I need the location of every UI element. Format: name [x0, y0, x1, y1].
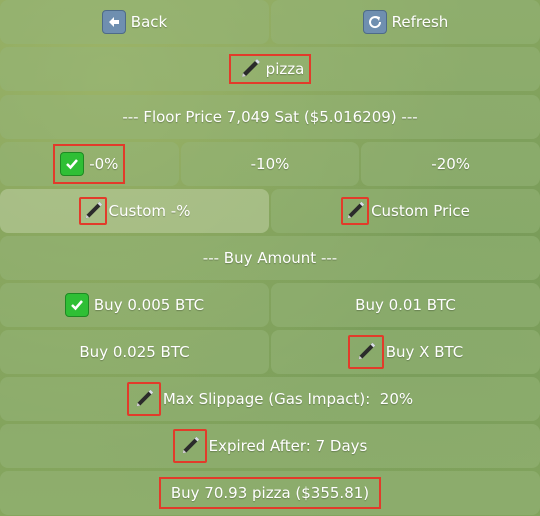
- confirm-buy-label: Buy 70.93 pizza ($355.81): [170, 484, 370, 502]
- buy-amount-header-row: --- Buy Amount ---: [0, 236, 540, 280]
- buy-row-2: Buy 0.025 BTC Buy X BTC: [0, 330, 540, 374]
- buy-0-005-button[interactable]: Buy 0.005 BTC: [0, 283, 269, 327]
- back-arrow-icon: [101, 10, 126, 34]
- custom-percent-label: Custom -%: [108, 202, 191, 220]
- custom-price-label: Custom Price: [371, 202, 470, 220]
- buy-amount-header-button[interactable]: --- Buy Amount ---: [0, 236, 540, 280]
- expiry-row: Expired After: 7 Days: [0, 424, 540, 468]
- buy-0-025-button[interactable]: Buy 0.025 BTC: [0, 330, 269, 374]
- custom-row: Custom -% Custom Price: [0, 189, 540, 233]
- buy-amount-header-label: --- Buy Amount ---: [202, 249, 338, 267]
- buy-0-005-label: Buy 0.005 BTC: [93, 296, 205, 314]
- buy-x-btc-label: Buy X BTC: [385, 343, 464, 361]
- slippage-row: Max Slippage (Gas Impact): 20%: [0, 377, 540, 421]
- discount-10-button[interactable]: -10%: [180, 142, 360, 186]
- max-slippage-button[interactable]: Max Slippage (Gas Impact): 20%: [0, 377, 540, 421]
- floor-price-row: --- Floor Price 7,049 Sat ($5.016209) --…: [0, 95, 540, 139]
- custom-percent-button[interactable]: Custom -%: [0, 189, 269, 233]
- floor-price-label: --- Floor Price 7,049 Sat ($5.016209) --…: [122, 108, 418, 126]
- buy-x-btc-button[interactable]: Buy X BTC: [271, 330, 540, 374]
- floor-price-button[interactable]: --- Floor Price 7,049 Sat ($5.016209) --…: [0, 95, 540, 139]
- confirm-buy-button[interactable]: Buy 70.93 pizza ($355.81): [0, 471, 540, 515]
- pen-icon: [78, 197, 107, 225]
- pen-icon: [236, 55, 264, 83]
- token-label: pizza: [265, 60, 305, 78]
- nav-row: Back Refresh: [0, 0, 540, 44]
- token-button[interactable]: pizza: [0, 47, 540, 91]
- pen-icon: [347, 335, 384, 369]
- pen-icon: [126, 382, 161, 416]
- token-row: pizza: [0, 47, 540, 91]
- expired-after-label: Expired After: 7 Days: [208, 437, 368, 455]
- check-mark-icon: [60, 152, 85, 176]
- discount-row: -0% -10% -20%: [0, 142, 540, 186]
- pen-icon: [172, 429, 207, 463]
- refresh-label: Refresh: [391, 13, 449, 31]
- custom-price-button[interactable]: Custom Price: [271, 189, 540, 233]
- back-label: Back: [130, 13, 168, 31]
- refresh-icon: [362, 10, 387, 34]
- discount-10-label: -10%: [250, 155, 290, 173]
- discount-0-label: -0%: [89, 155, 119, 173]
- pen-icon: [341, 197, 370, 225]
- discount-0-button[interactable]: -0%: [0, 142, 179, 186]
- token-highlight: pizza: [228, 54, 312, 84]
- buy-0-01-button[interactable]: Buy 0.01 BTC: [271, 283, 540, 327]
- discount-20-label: -20%: [431, 155, 471, 173]
- discount-0-highlight: -0%: [53, 144, 126, 184]
- confirm-row: Buy 70.93 pizza ($355.81): [0, 471, 540, 515]
- buy-0-01-label: Buy 0.01 BTC: [355, 296, 456, 314]
- buy-row-1: Buy 0.005 BTC Buy 0.01 BTC: [0, 283, 540, 327]
- check-mark-icon: [64, 293, 89, 317]
- expired-after-button[interactable]: Expired After: 7 Days: [0, 424, 540, 468]
- buy-0-025-label: Buy 0.025 BTC: [79, 343, 190, 361]
- discount-20-button[interactable]: -20%: [361, 142, 540, 186]
- back-button[interactable]: Back: [0, 0, 269, 44]
- confirm-buy-highlight: Buy 70.93 pizza ($355.81): [158, 477, 382, 509]
- inline-keyboard: Back Refresh pizza --- Floor Price 7,049…: [0, 0, 540, 516]
- max-slippage-label: Max Slippage (Gas Impact): 20%: [162, 390, 414, 408]
- refresh-button[interactable]: Refresh: [271, 0, 540, 44]
